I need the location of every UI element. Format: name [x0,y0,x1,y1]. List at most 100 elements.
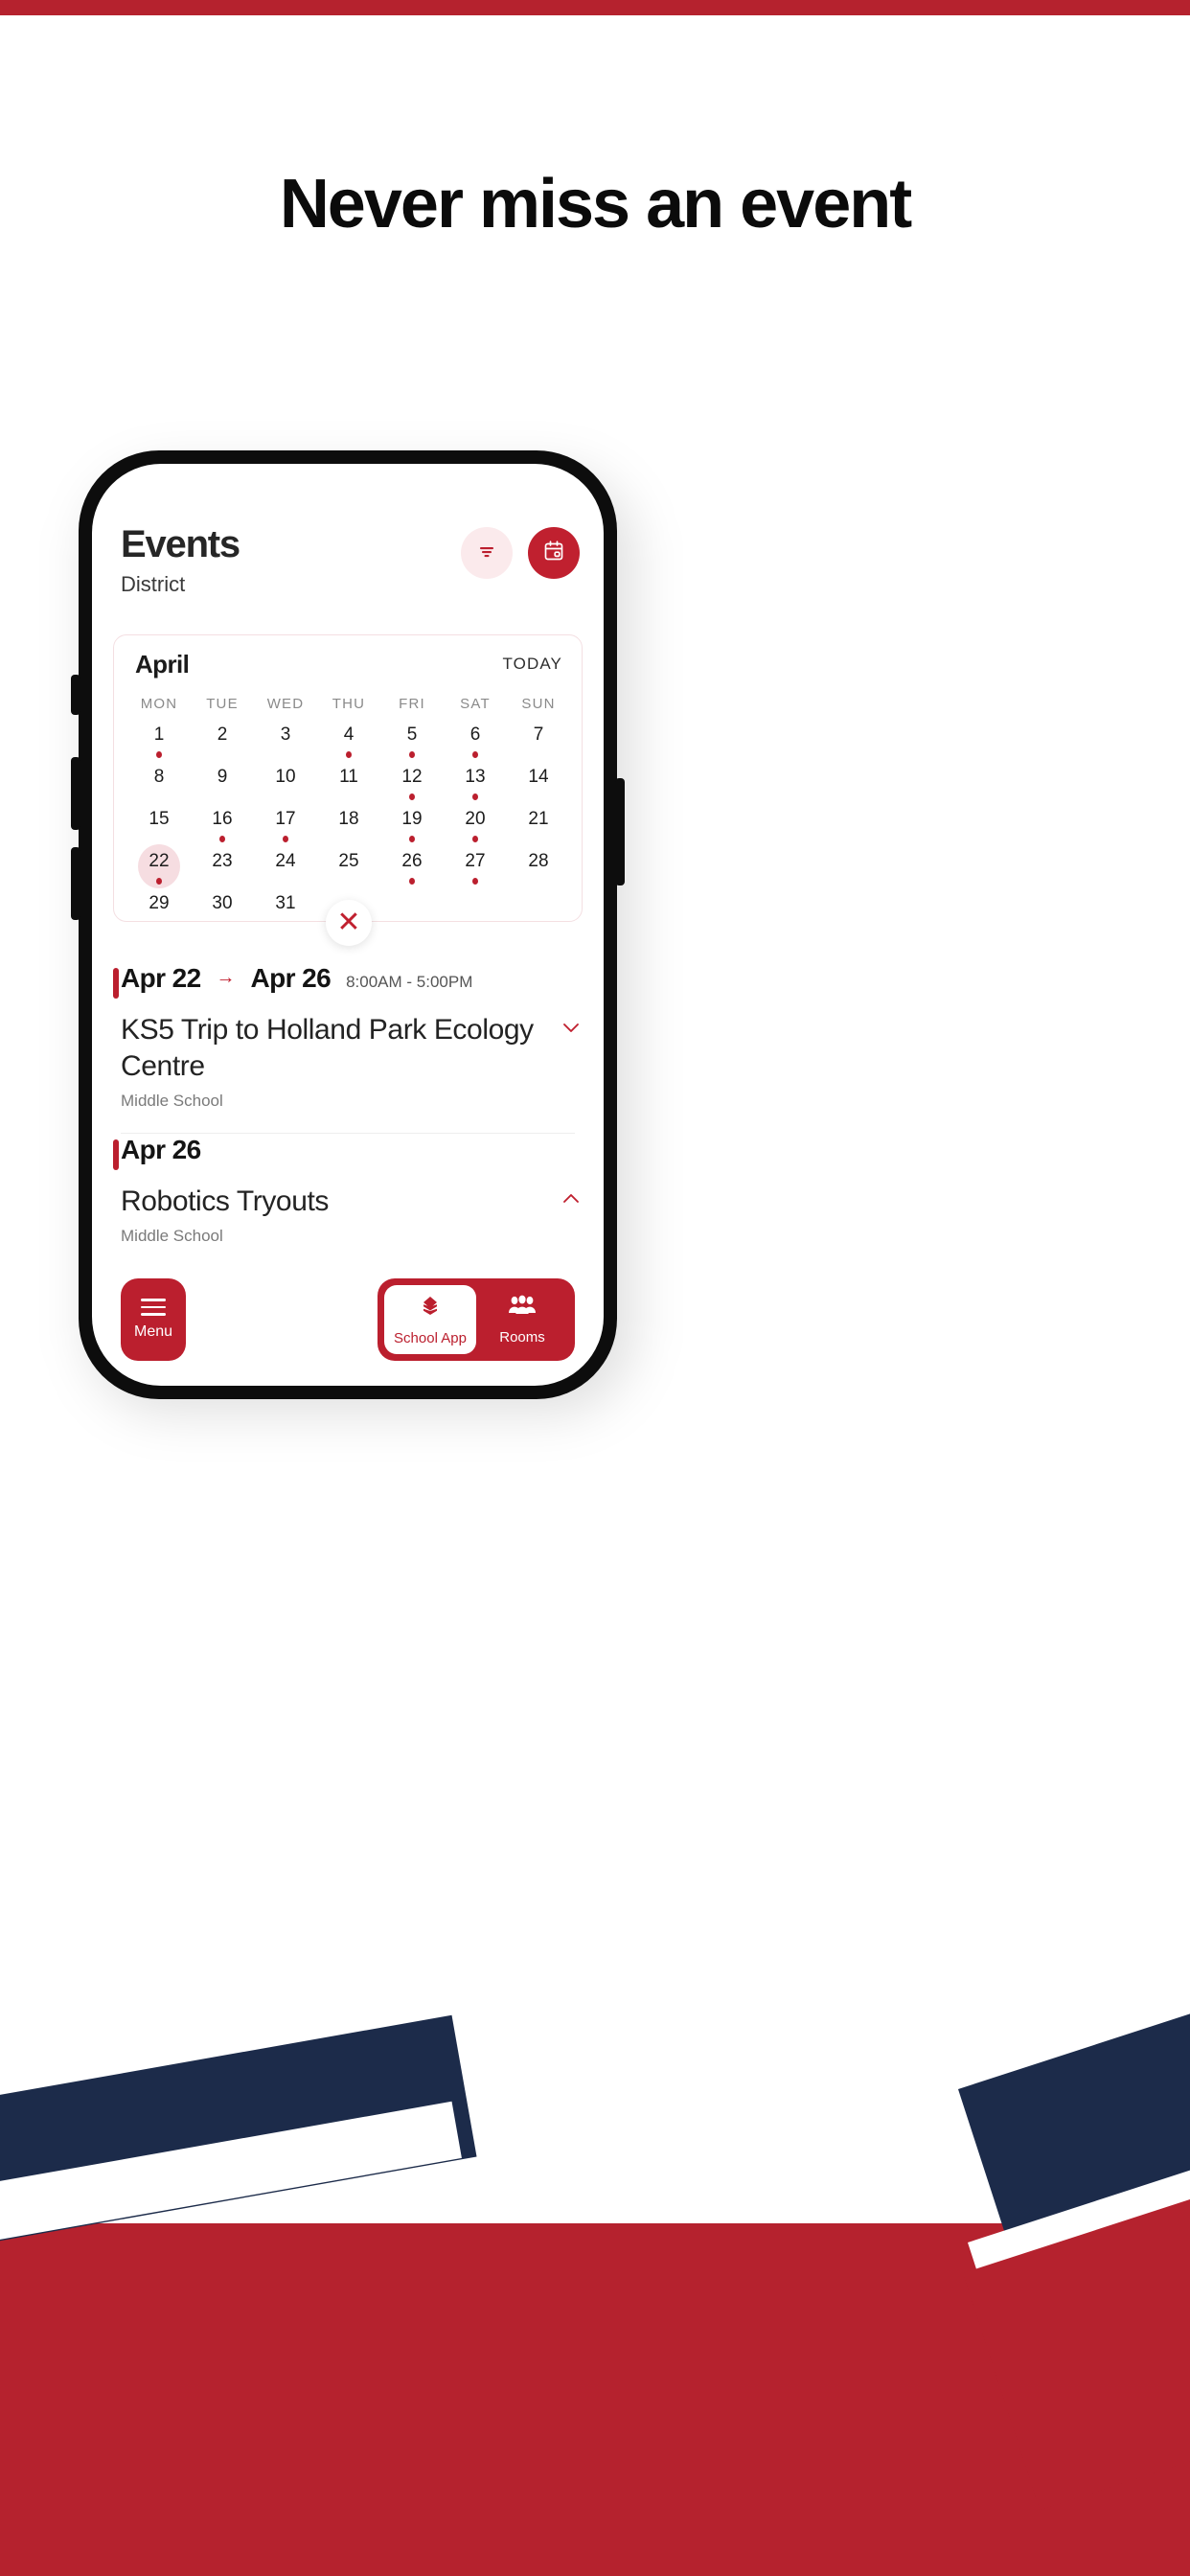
layers-icon [417,1293,444,1324]
filter-icon [476,540,497,566]
calendar-day-cell[interactable]: 7 [507,724,570,766]
menu-button-label: Menu [133,1322,173,1340]
calendar-day-cell[interactable]: 21 [507,808,570,850]
calendar-day-number: 11 [339,767,358,787]
calendar-day-cell[interactable]: 3 [254,724,317,766]
calendar-day-number: 4 [343,724,355,745]
calendar-day-cell[interactable]: 12 [380,766,444,808]
top-accent-strip [0,0,1190,15]
calendar-day-number: 25 [338,851,359,871]
calendar-day-number: 14 [528,767,549,787]
calendar-day-number: 5 [406,724,418,745]
calendar-day-cell[interactable]: 25 [317,850,380,892]
calendar-day-cell[interactable]: 20 [444,808,507,850]
calendar-day-number: 15 [149,809,170,829]
calendar-day-number: 12 [401,767,423,787]
calendar-day-cell[interactable]: 28 [507,850,570,892]
event-date-range-arrow-icon: → [216,967,236,988]
calendar-day-cell[interactable]: 22 [127,844,191,892]
event-list: Apr 22 → Apr 26 8:00AM - 5:00PM KS5 Trip to … [92,962,604,1247]
calendar-day-cell[interactable]: 4 [317,724,380,766]
event-item[interactable]: KS5 Trip to Holland Park Ecology Centre M… [92,1004,604,1112]
chevron-down-icon[interactable] [560,1016,583,1039]
calendar-day-cell[interactable]: 30 [191,892,254,934]
calendar-day-number: 22 [149,851,170,871]
event-time-range: 8:00AM - 5:00PM [346,973,473,991]
calendar-day-cell[interactable]: 1 [127,724,191,766]
calendar-day-cell[interactable]: 19 [380,808,444,850]
calendar-day-cell[interactable]: 10 [254,766,317,808]
event-item[interactable]: Robotics Tryouts Middle School [92,1176,604,1247]
close-icon: ✕ [336,907,361,938]
calendar-event-dot [156,878,162,885]
calendar-day-cell[interactable]: 24 [254,850,317,892]
page-headline: Never miss an event [279,166,912,242]
calendar-day-cell[interactable]: 9 [191,766,254,808]
calendar-day-header: WED [266,696,305,712]
calendar-day-number: 1 [153,724,165,745]
calendar-day-number: 31 [275,893,296,913]
nav-item-label: School App [394,1330,467,1346]
calendar-day-number: 6 [469,724,481,745]
phone-screen: Events District April TODAY MON TUE WED … [92,464,604,1386]
nav-item-rooms[interactable]: Rooms [476,1285,568,1354]
event-subtitle: Middle School [121,1227,223,1245]
hamburger-icon [141,1299,166,1316]
calendar-day-number: 24 [275,851,296,871]
calendar-day-cell[interactable]: 27 [444,850,507,892]
calendar-day-cell[interactable]: 26 [380,850,444,892]
phone-volume-down-button [71,847,80,920]
calendar-button[interactable] [528,527,580,579]
calendar-day-cell[interactable]: 17 [254,808,317,850]
calendar-day-header: FRI [399,696,425,712]
calendar-day-cell[interactable]: 14 [507,766,570,808]
menu-button[interactable]: Menu [121,1278,186,1361]
calendar-day-header: MON [140,696,178,712]
nav-item-school-app[interactable]: School App [384,1285,476,1354]
chevron-up-icon[interactable] [560,1187,583,1210]
calendar-event-dot [409,836,415,842]
calendar-day-cell[interactable]: 6 [444,724,507,766]
close-calendar-button[interactable]: ✕ [326,900,372,946]
promo-page: Never miss an event Events District Apri… [0,0,1190,2576]
calendar-day-cell[interactable]: 29 [127,892,191,934]
calendar-day-header: SAT [460,696,491,712]
calendar-event-dot [472,878,478,885]
calendar-day-cell[interactable]: 16 [191,808,254,850]
event-subtitle: Middle School [121,1092,223,1110]
calendar-today-button[interactable]: TODAY [503,653,563,676]
phone-mute-button [71,675,80,715]
calendar-day-number: 27 [465,851,486,871]
page-subtitle: District [121,572,186,596]
calendar-day-number: 28 [528,851,549,871]
calendar-month-label: April [135,650,190,678]
event-group: Apr 22 → Apr 26 8:00AM - 5:00PM KS5 Trip to … [92,962,604,1134]
calendar-day-number: 26 [401,851,423,871]
calendar-day-cell[interactable]: 5 [380,724,444,766]
calendar-day-number: 10 [275,767,296,787]
calendar-day-number: 18 [338,809,359,829]
calendar-event-dot [346,751,352,758]
calendar-day-number: 30 [212,893,233,913]
calendar-day-number: 17 [275,809,296,829]
calendar-day-cell[interactable]: 2 [191,724,254,766]
phone-power-button [615,778,625,886]
phone-volume-up-button [71,757,80,830]
bottom-navigation: Menu School App Rooms [92,1278,604,1361]
event-accent-bar [113,968,119,999]
calendar-day-cell[interactable]: 8 [127,766,191,808]
calendar-day-number: 20 [465,809,486,829]
event-start-date: Apr 22 [121,963,201,993]
calendar-day-cell[interactable]: 18 [317,808,380,850]
calendar-day-number: 16 [212,809,233,829]
calendar-day-cell[interactable]: 11 [317,766,380,808]
calendar-day-cell[interactable]: 31 [254,892,317,934]
filter-button[interactable] [461,527,513,579]
app-header: Events District [92,521,604,617]
calendar-day-number: 13 [465,767,486,787]
nav-pill: School App Rooms [378,1278,575,1361]
calendar-day-cell[interactable]: 13 [444,766,507,808]
calendar-day-cell[interactable]: 23 [191,850,254,892]
calendar-day-headers: MON TUE WED THU FRI SAT SUN [127,695,570,714]
calendar-event-dot [283,836,288,842]
